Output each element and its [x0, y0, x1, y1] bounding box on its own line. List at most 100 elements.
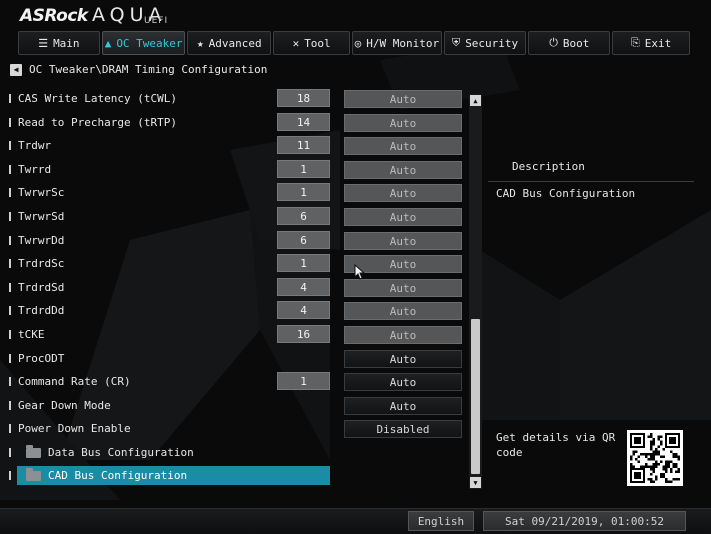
setting-label: Power Down Enable — [18, 422, 131, 435]
folder-icon — [26, 467, 41, 481]
setting-option-dropdown[interactable]: Auto — [344, 326, 462, 344]
menu-tab-label: OC Tweaker — [116, 36, 183, 50]
setting-option-dropdown[interactable]: Auto — [344, 161, 462, 179]
language-button[interactable]: English — [408, 511, 474, 531]
menu-tab-label: Advanced — [208, 36, 262, 50]
setting-option-dropdown[interactable]: Auto — [344, 302, 462, 320]
power-icon: ⏻ — [549, 36, 558, 49]
row-bullet — [9, 471, 11, 480]
scroll-thumb[interactable] — [471, 319, 480, 474]
setting-option-dropdown[interactable]: Disabled — [344, 420, 462, 438]
menu-tab-advanced[interactable]: ★ Advanced — [187, 31, 272, 55]
qr-caption: Get details via QR code — [496, 431, 616, 459]
scroll-down-arrow-icon[interactable]: ▼ — [470, 477, 481, 488]
current-value-field: 1 — [277, 372, 330, 390]
breadcrumb-path: OC Tweaker\DRAM Timing Configuration — [29, 63, 268, 76]
folder-icon — [26, 444, 41, 458]
qr-code-image — [627, 430, 683, 486]
row-bullet — [9, 306, 11, 315]
menu-tab-label: Exit — [644, 36, 672, 50]
setting-option-dropdown[interactable]: Auto — [344, 90, 462, 108]
setting-label: TwrwrDd — [18, 234, 65, 247]
setting-label: TrdrdDd — [18, 304, 65, 317]
setting-label: Twrrd — [18, 163, 52, 176]
row-bullet — [9, 236, 11, 245]
breadcrumb: ◀ OC Tweaker\DRAM Timing Configuration — [10, 63, 267, 76]
menu-tab-oc-tweaker[interactable]: ▲ OC Tweaker — [101, 31, 186, 55]
menu-tab-security[interactable]: ⛨ Security — [443, 31, 527, 55]
setting-row[interactable]: Read to Precharge (tRTP) 14 Auto — [0, 113, 480, 133]
monitor-icon: ◎ — [354, 36, 362, 50]
asrock-logo: ASRock — [20, 6, 88, 26]
setting-row[interactable]: tCKE 16 Auto — [0, 325, 480, 345]
description-text: CAD Bus Configuration — [496, 187, 636, 200]
setting-row[interactable]: Twrrd 1 Auto — [0, 160, 480, 180]
setting-label: Trdwr — [18, 139, 52, 152]
setting-label: Command Rate (CR) — [18, 375, 131, 388]
setting-label: Read to Precharge (tRTP) — [18, 116, 177, 129]
setting-label: CAS Write Latency (tCWL) — [18, 92, 177, 105]
shield-icon: ⛨ — [451, 36, 461, 49]
mouse-cursor-icon — [354, 264, 366, 280]
row-bullet — [9, 141, 11, 150]
uefi-label: UEFI — [144, 16, 169, 26]
setting-row[interactable]: Trdwr 11 Auto — [0, 136, 480, 156]
row-bullet — [9, 259, 11, 268]
setting-option-dropdown[interactable]: Auto — [344, 232, 462, 250]
setting-row[interactable]: Power Down Enable Disabled — [0, 419, 480, 439]
setting-row[interactable]: TrdrdSc 1 Auto — [0, 254, 480, 274]
setting-option-dropdown[interactable]: Auto — [344, 208, 462, 226]
current-value-field: 6 — [277, 231, 330, 249]
setting-row[interactable]: TwrwrDd 6 Auto — [0, 231, 480, 251]
row-bullet — [9, 448, 11, 457]
menu-tab-label: Security — [465, 36, 519, 50]
submenu-cad-bus-configuration[interactable]: CAD Bus Configuration — [9, 466, 330, 485]
current-value-field: 6 — [277, 207, 330, 225]
menu-tab-exit[interactable]: ⎘ Exit — [612, 31, 690, 55]
row-bullet — [9, 401, 11, 410]
setting-row[interactable]: CAS Write Latency (tCWL) 18 Auto — [0, 89, 480, 109]
row-bullet — [9, 283, 11, 292]
row-bullet — [9, 377, 11, 386]
row-bullet — [9, 118, 11, 127]
back-arrow-icon[interactable]: ◀ — [10, 63, 22, 76]
current-value-field: 16 — [277, 325, 330, 343]
setting-option-dropdown[interactable]: Auto — [344, 137, 462, 155]
setting-option-dropdown[interactable]: Auto — [344, 114, 462, 132]
current-value-field: 1 — [277, 183, 330, 201]
setting-row[interactable]: TrdrdDd 4 Auto — [0, 301, 480, 321]
setting-row[interactable]: TwrwrSc 1 Auto — [0, 183, 480, 203]
submenu-data-bus-configuration[interactable]: Data Bus Configuration — [9, 443, 330, 462]
menu-tab-boot[interactable]: ⏻ Boot — [528, 31, 611, 55]
menu-tab-label: Boot — [562, 36, 590, 50]
setting-row[interactable]: Command Rate (CR) 1 Auto — [0, 372, 480, 392]
menu-tab-h-w-monitor[interactable]: ◎ H/W Monitor — [352, 31, 442, 55]
setting-row[interactable]: TrdrdSd 4 Auto — [0, 278, 480, 298]
current-value-field: 14 — [277, 113, 330, 131]
setting-label: TwrwrSd — [18, 210, 65, 223]
row-bullet — [9, 188, 11, 197]
setting-row[interactable]: Gear Down Mode Auto — [0, 396, 480, 416]
row-bullet — [9, 212, 11, 221]
main-menu-bar: ☰ Main ▲ OC Tweaker ★ Advanced ✕ Tool ◎ H/W Monit… — [18, 31, 692, 55]
scroll-up-arrow-icon[interactable]: ▲ — [470, 95, 481, 106]
list-icon: ☰ — [38, 36, 49, 50]
row-bullet — [9, 424, 11, 433]
description-divider — [488, 181, 694, 182]
setting-row[interactable]: TwrwrSd 6 Auto — [0, 207, 480, 227]
current-value-field: 4 — [277, 301, 330, 319]
menu-tab-label: Tool — [304, 36, 331, 50]
setting-row[interactable]: ProcODT Auto — [0, 349, 480, 369]
setting-option-dropdown[interactable]: Auto — [344, 279, 462, 297]
setting-option-dropdown[interactable]: Auto — [344, 397, 462, 415]
setting-label: TwrwrSc — [18, 186, 65, 199]
menu-tab-tool[interactable]: ✕ Tool — [273, 31, 351, 55]
current-value-field: 1 — [277, 160, 330, 178]
setting-option-dropdown[interactable]: Auto — [344, 373, 462, 391]
submenu-label: Data Bus Configuration — [48, 446, 194, 459]
setting-option-dropdown[interactable]: Auto — [344, 184, 462, 202]
setting-option-dropdown[interactable]: Auto — [344, 350, 462, 368]
menu-tab-main[interactable]: ☰ Main — [18, 31, 100, 55]
star-icon: ★ — [197, 36, 204, 50]
settings-scrollbar[interactable]: ▲ ▼ — [469, 94, 482, 489]
